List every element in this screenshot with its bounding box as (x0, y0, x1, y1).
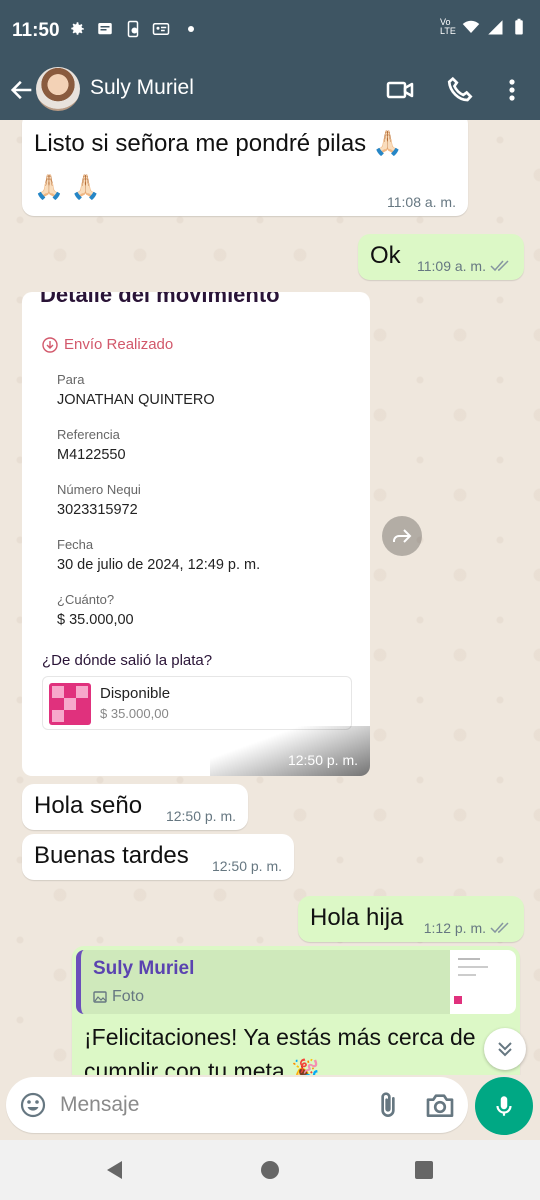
message-time: 12:50 p. m. (165, 808, 236, 824)
field-label: Referencia (57, 427, 120, 442)
dot-icon (188, 26, 194, 32)
photo-icon (93, 991, 107, 1003)
settings-icon (71, 22, 84, 35)
message-composer (6, 1077, 468, 1133)
message-time: 12:50 p. m. (287, 752, 358, 768)
field-value: M4122550 (57, 447, 126, 463)
camera-icon[interactable] (424, 1089, 456, 1121)
chat-area[interactable]: Listo si señora me pondré pilas 🙏🏻 🙏🏻 🙏🏻… (0, 120, 540, 1075)
message-text: Hola hija (310, 904, 404, 931)
field-value: JONATHAN QUINTERO (57, 392, 215, 408)
wifi-icon (462, 20, 480, 33)
contact-name[interactable]: Suly Muriel (90, 76, 194, 100)
back-arrow-icon[interactable] (8, 76, 36, 104)
field-value: 30 de julio de 2024, 12:49 p. m. (57, 557, 261, 573)
field-value: $ 35.000,00 (57, 612, 134, 628)
phone-call-icon[interactable] (444, 74, 476, 106)
signal-icon (488, 20, 503, 35)
message-time: 11:08 a. m. (386, 194, 456, 210)
recents-nav-icon[interactable] (412, 1158, 436, 1182)
message-text: Listo si señora me pondré pilas 🙏🏻 🙏🏻 🙏🏻 (34, 130, 403, 201)
field-value: 3023315972 (57, 502, 138, 518)
message-text: Hola seño (34, 792, 143, 819)
source-amount: $ 35.000,00 (100, 706, 169, 721)
receipt-status: Envío Realizado (42, 336, 173, 353)
message-incoming[interactable]: Hola seño 12:50 p. m. (22, 784, 248, 830)
source-name: Disponible (100, 685, 171, 702)
message-meta: 12:50 p. m. (212, 858, 282, 874)
message-time: 11:09 a. m. (416, 258, 486, 274)
message-time: 1:12 p. m. (423, 920, 486, 936)
system-icons: Vo LTE (440, 18, 528, 36)
message-outgoing[interactable]: Hola hija 1:12 p. m. (298, 896, 524, 942)
message-meta: 12:50 p. m. (166, 808, 236, 824)
field-label: ¿Cuánto? (57, 592, 115, 607)
message-text: Ok (370, 242, 401, 269)
attach-icon[interactable] (372, 1089, 404, 1121)
scroll-to-bottom-button[interactable] (484, 1028, 526, 1070)
double-chevron-down-icon (498, 1042, 512, 1057)
message-meta: 1:12 p. m. (424, 920, 512, 936)
volte-label: Vo LTE (440, 17, 456, 36)
forward-button[interactable] (382, 516, 422, 556)
back-nav-icon[interactable] (102, 1158, 126, 1182)
field-label: Número Nequi (57, 482, 141, 497)
quoted-type-label: Foto (112, 988, 145, 1005)
message-text: Buenas tardes (34, 842, 189, 869)
voice-message-button[interactable] (475, 1077, 533, 1135)
quoted-author: Suly Muriel (93, 958, 195, 979)
message-incoming[interactable]: Listo si señora me pondré pilas 🙏🏻 🙏🏻 🙏🏻… (22, 120, 468, 216)
receipt-title: Detalle del movimiento (40, 292, 280, 307)
phone-sync-icon (127, 20, 139, 38)
receipt-status-text: Envío Realizado (64, 336, 174, 353)
more-options-icon[interactable] (496, 74, 528, 106)
message-meta: 11:08 a. m. (387, 194, 456, 210)
message-outgoing[interactable]: Ok 11:09 a. m. (358, 234, 524, 280)
sent-arrow-icon (42, 336, 58, 353)
home-nav-icon[interactable] (258, 1158, 282, 1182)
read-receipt-icon (490, 922, 509, 934)
video-call-icon[interactable] (384, 74, 416, 106)
message-icon (98, 23, 112, 35)
system-navigation-bar (0, 1140, 540, 1200)
message-text: ¡Felicitaciones! Ya estás más cerca de c… (84, 1024, 476, 1075)
field-label: Fecha (57, 537, 94, 552)
contact-card-icon (152, 23, 170, 35)
source-question: ¿De dónde salió la plata? (42, 652, 213, 669)
message-incoming[interactable]: Buenas tardes 12:50 p. m. (22, 834, 294, 880)
quoted-type: Foto (93, 988, 144, 1006)
time-overlay (210, 726, 370, 776)
image-message[interactable]: Detalle del movimiento Envío Realizado P… (22, 292, 370, 776)
battery-icon (515, 18, 523, 35)
source-account: Disponible $ 35.000,00 (42, 676, 352, 730)
avatar[interactable] (36, 67, 80, 111)
microphone-icon (496, 1096, 512, 1116)
forward-icon (393, 529, 412, 543)
message-input[interactable] (60, 1087, 360, 1123)
chat-header: Suly Muriel (0, 62, 540, 120)
emoji-icon[interactable] (18, 1090, 48, 1120)
clock: 11:50 (12, 20, 60, 41)
nequi-logo-icon (49, 683, 91, 725)
field-label: Para (57, 372, 85, 387)
notification-icons (68, 20, 194, 38)
quoted-thumbnail (450, 950, 516, 1014)
message-time: 12:50 p. m. (211, 858, 282, 874)
message-meta: 11:09 a. m. (417, 258, 512, 274)
quoted-message[interactable]: Suly Muriel Foto (76, 950, 516, 1014)
status-bar: 11:50 Vo LTE (0, 0, 540, 62)
read-receipt-icon (490, 260, 509, 272)
message-outgoing-reply[interactable]: Suly Muriel Foto ¡Felicitaciones! Ya est… (72, 946, 520, 1075)
